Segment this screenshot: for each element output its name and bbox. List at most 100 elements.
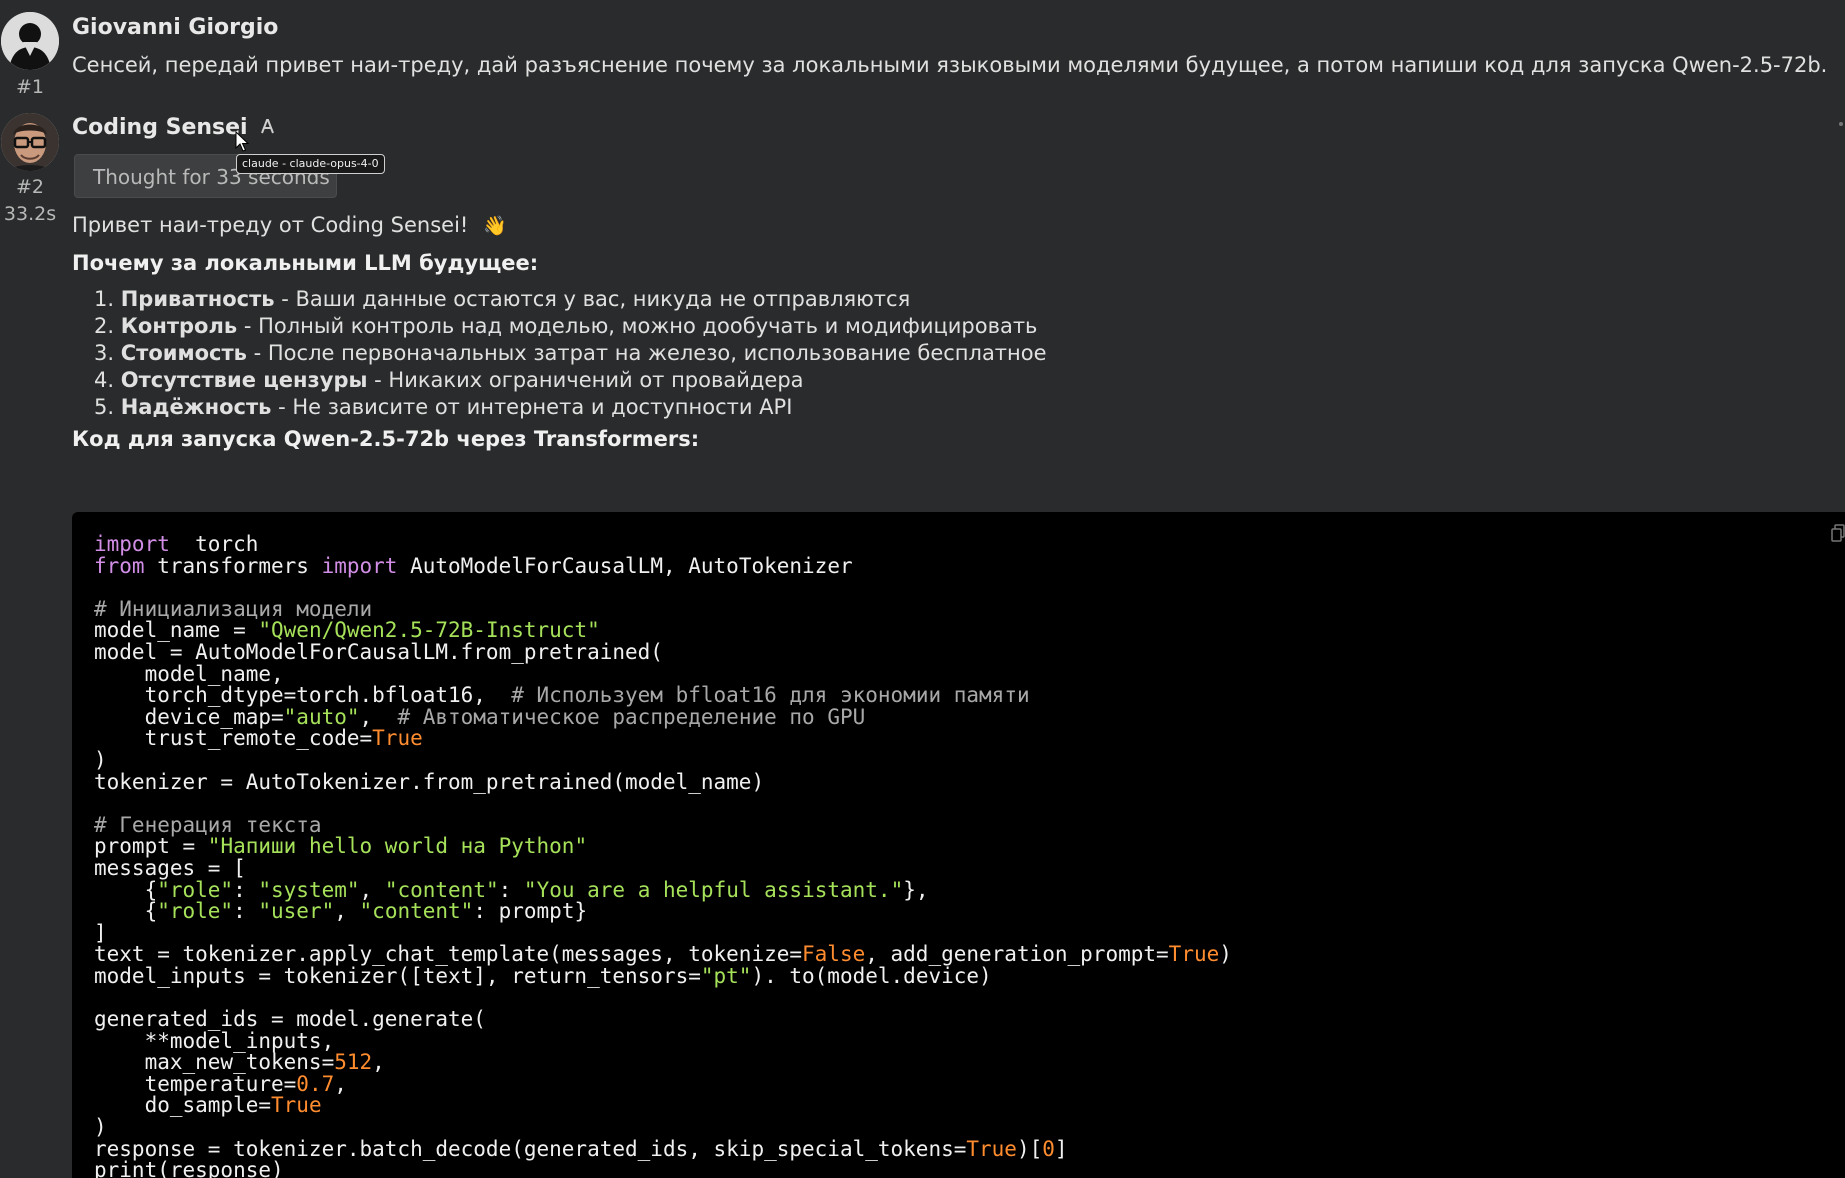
code-token: # Генерация текста [94, 812, 322, 837]
code-block[interactable]: import torch from transformers import Au… [72, 512, 1845, 1178]
code-line: max_new_tokens=512, [94, 1050, 385, 1074]
author-name: Coding Sensei [72, 114, 1845, 142]
code-token: "role" [157, 899, 234, 924]
code-line: messages = [ [94, 856, 246, 880]
message-number: #1 [15, 76, 44, 98]
glasses-man-avatar [1, 113, 59, 171]
code-token: ) [1219, 942, 1232, 967]
assistant-avatar[interactable] [1, 113, 59, 171]
ai-badge-icon[interactable] [259, 117, 277, 135]
code-token: 512 [334, 1050, 373, 1075]
code-line: prompt = "Напиши hello world на Python" [94, 834, 587, 858]
message-text: Сенсей, передай привет наи-треду, дай ра… [72, 53, 1828, 77]
code-token: "You are a helpful assistant." [523, 877, 904, 902]
code-token: "user" [258, 899, 335, 924]
code-line: model_name, [94, 662, 284, 686]
code-token: ) [94, 747, 107, 772]
code-line: trust_remote_code=True [94, 726, 423, 750]
code-line: # Генерация текста [94, 813, 322, 837]
message-number: #2 [15, 176, 44, 198]
list-item-title: Стоимость [120, 341, 247, 365]
code-token: torch [169, 532, 259, 556]
code-line: model_name = "Qwen/Qwen2.5-72B-Instruct" [94, 618, 600, 642]
code-token: "Напиши hello world на Python" [207, 834, 588, 859]
code-token: temperature= [94, 1071, 297, 1096]
code-token: **model_inputs, [94, 1028, 335, 1053]
code-token: import [321, 553, 398, 578]
code-token: max_new_tokens= [94, 1050, 335, 1075]
code-token: prompt = [94, 834, 208, 859]
list-item-title: Надёжность [120, 395, 272, 419]
code-token: ) [94, 1115, 107, 1140]
list-item: 5. Надёжность - Не зависите от интернета… [94, 392, 1047, 423]
code-token: model_name = [94, 618, 259, 643]
list-number: 5. [94, 395, 115, 419]
list-item-desc: - Не зависите от интернета и доступности… [271, 395, 793, 419]
model-tooltip: claude - claude-opus-4-0 [236, 154, 385, 174]
code-token: from [94, 553, 145, 578]
list-item-desc: - После первоначальных затрат на железо,… [246, 341, 1047, 365]
code-token: device_map= [94, 704, 284, 729]
code-line: ] [94, 921, 107, 945]
code-token: transformers [144, 553, 322, 578]
code-content: import torch from transformers import Au… [72, 512, 1845, 1178]
code-token: generated_ids = model.generate( [94, 1007, 486, 1032]
code-token: model_inputs = tokenizer([text], return_… [94, 963, 701, 988]
code-token: : [233, 877, 259, 902]
code-line: # Инициализация модели [94, 597, 372, 621]
wave-emoji-icon: 👋 [483, 215, 507, 237]
code-line: do_sample=True [94, 1093, 322, 1117]
list-item-desc: - Никаких ограничений от провайдера [367, 368, 804, 392]
code-token: # Автоматическое распределение по GPU [397, 704, 866, 729]
code-token: True [271, 1093, 322, 1118]
list-number: 3. [94, 341, 115, 365]
code-line: model_inputs = tokenizer([text], return_… [94, 964, 992, 988]
list-item-desc: - Полный контроль над моделью, можно доо… [237, 314, 1038, 338]
copy-icon[interactable] [1831, 524, 1845, 542]
code-token: "content" [359, 899, 474, 924]
code-token: , add_generation_prompt= [865, 942, 1169, 967]
code-token: "role" [157, 877, 234, 902]
code-token: True [1168, 942, 1220, 967]
code-token: torch_dtype=torch.bfloat16, [94, 683, 512, 708]
code-line: {"role": "system", "content": "You are a… [94, 878, 929, 902]
code-line: **model_inputs, [94, 1028, 335, 1053]
code-token: True [966, 1136, 1017, 1161]
code-line: response = tokenizer.batch_decode(genera… [94, 1137, 1068, 1161]
author-name: Giovanni Giorgio [72, 15, 279, 40]
code-token: False [802, 942, 866, 967]
code-token: { [94, 877, 158, 902]
code-token: { [94, 899, 158, 924]
code-line: temperature=0.7, [94, 1072, 347, 1096]
code-token: 0 [1042, 1136, 1055, 1161]
code-line: ) [94, 748, 107, 772]
code-token: "pt" [700, 963, 752, 988]
user-avatar[interactable] [1, 12, 59, 70]
scroll-indicator-dot [1839, 122, 1843, 126]
code-line: ) [94, 1115, 107, 1139]
code-line: device_map="auto", # Автоматическое расп… [94, 704, 866, 729]
code-line: model = AutoModelForCausalLM.from_pretra… [94, 640, 663, 664]
list-item-title: Приватность [120, 287, 275, 311]
code-token: 0.7 [296, 1071, 335, 1096]
code-token: ] [1054, 1136, 1068, 1161]
code-token: text = tokenizer.apply_chat_template(mes… [94, 942, 803, 967]
code-token: : prompt} [473, 899, 588, 924]
code-token: , [372, 1050, 385, 1075]
author-name-text: Coding Sensei [72, 115, 248, 140]
greeting-line: Привет наи-треду от Coding Sensei! [72, 213, 469, 237]
code-token: print(response) [94, 1158, 284, 1178]
code-token: import [94, 532, 170, 556]
code-token: response = tokenizer.batch_decode(genera… [94, 1136, 967, 1161]
code-token: model_name, [94, 661, 284, 686]
code-token: , [334, 1071, 347, 1096]
code-token: , [359, 704, 398, 729]
code-token: AutoModelForCausalLM, AutoTokenizer [397, 553, 853, 578]
list-item-title: Отсутствие цензуры [120, 368, 368, 392]
heading-why: Почему за локальными LLM будущее: [72, 251, 539, 275]
list-item-desc: - Ваши данные остаются у вас, никуда не … [274, 287, 911, 311]
code-token: # Инициализация модели [94, 596, 373, 621]
code-token: True [372, 726, 423, 751]
list-number: 2. [94, 314, 115, 338]
code-line: torch_dtype=torch.bfloat16, # Используем… [94, 683, 1030, 707]
